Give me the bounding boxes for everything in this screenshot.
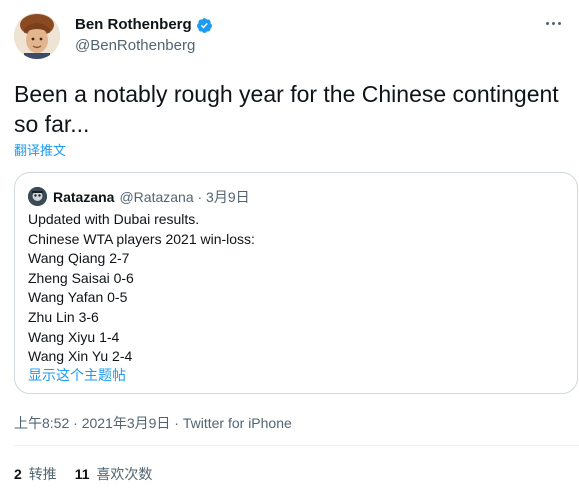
quoted-line: Updated with Dubai results. (28, 211, 200, 227)
tweet-text: Been a notably rough year for the Chines… (14, 81, 559, 137)
quoted-tweet[interactable]: Ratazana @Ratazana · 3月9日 Updated with D… (14, 172, 578, 394)
quoted-author-avatar (28, 187, 47, 206)
divider (14, 445, 579, 446)
quoted-line: Wang Xiyu 1-4 (28, 328, 120, 345)
retweets-count: 2 (14, 466, 22, 482)
verified-badge-icon (196, 17, 212, 33)
quoted-line: Zheng Saisai 0-6 (28, 269, 134, 286)
quoted-author-meta: @Ratazana · 3月9日 (119, 188, 250, 205)
likes-label: 喜欢次数 (96, 466, 153, 482)
retweets-stat[interactable]: 2 转推 (14, 465, 57, 483)
quoted-tweet-text: Updated with Dubai results. Chinese WTA … (28, 210, 548, 367)
quoted-line: Chinese WTA players 2021 win-loss: (28, 230, 255, 247)
likes-count: 11 (74, 466, 90, 482)
retweets-label: 转推 (28, 466, 57, 482)
tweet-stats: 2 转推 11 喜欢次数 (14, 465, 152, 483)
author-name[interactable]: Ben Rothenberg (75, 16, 213, 34)
more-options-icon[interactable] (541, 14, 565, 32)
author-avatar[interactable] (14, 13, 60, 59)
author-name-text[interactable]: Ben Rothenberg (75, 16, 192, 34)
show-thread-link[interactable]: 显示这个主题帖 (28, 366, 126, 384)
quoted-tweet-header: Ratazana @Ratazana · 3月9日 (28, 187, 250, 206)
likes-stat[interactable]: 11 喜欢次数 (75, 465, 153, 483)
quoted-author-name: Ratazana (53, 188, 115, 205)
tweet-timestamp[interactable]: 上午8:52 · 2021年3月9日 · Twitter for iPhone (14, 414, 292, 432)
author-handle[interactable]: @BenRothenberg (75, 37, 195, 55)
quoted-line: Zhu Lin 3-6 (28, 308, 99, 325)
quoted-line: Wang Qiang 2-7 (28, 250, 130, 267)
quoted-line: Wang Yafan 0-5 (28, 289, 128, 306)
translate-tweet-link[interactable]: 翻译推文 (14, 143, 66, 159)
tweet-page: Ben Rothenberg @BenRothenberg Been a not… (0, 0, 579, 494)
quoted-line: Wang Xin Yu 2-4 (28, 348, 133, 365)
